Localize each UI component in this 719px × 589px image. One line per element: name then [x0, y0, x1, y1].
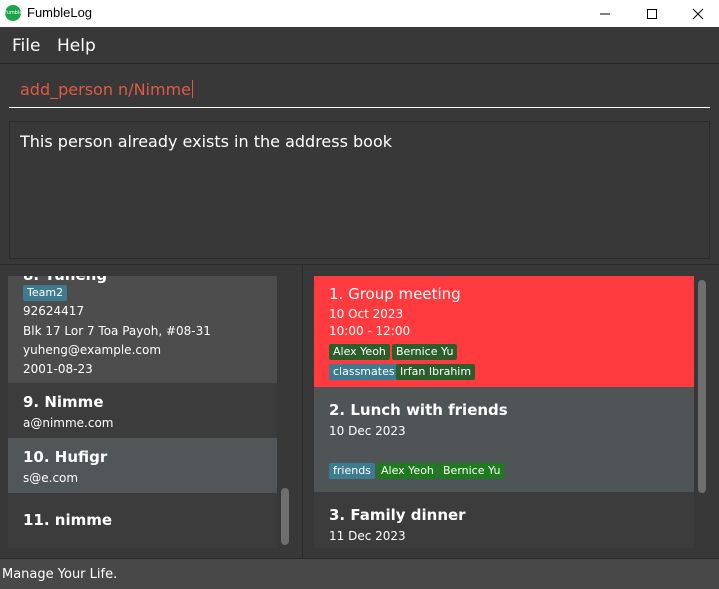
person-card[interactable]: 10. Hufigr s@e.com: [8, 438, 277, 493]
event-list[interactable]: 1. Group meeting 10 Oct 2023 10:00 - 12:…: [314, 276, 694, 548]
menu-bar: File Help: [0, 27, 719, 64]
menu-help[interactable]: Help: [57, 36, 96, 56]
person-tag: Team2: [23, 285, 68, 301]
event-person-tag: Bernice Yu: [439, 463, 505, 479]
panel-divider-vertical: [302, 265, 303, 557]
panel-divider: [0, 264, 719, 265]
person-birthday: 2001-08-23: [23, 362, 93, 376]
app-logo-icon: fumble: [5, 5, 22, 21]
title-bar: fumble FumbleLog: [0, 0, 719, 27]
event-person-tag: Alex Yeoh: [329, 344, 390, 360]
person-name: 11. nimme: [23, 511, 113, 529]
event-name: 2. Lunch with friends: [329, 401, 508, 419]
person-email: s@e.com: [23, 471, 79, 485]
event-list-scroll-thumb[interactable]: [698, 280, 706, 493]
minimize-button[interactable]: [582, 0, 628, 27]
event-person-tag: Irfan Ibrahim: [396, 364, 476, 380]
result-display: This person already exists in the addres…: [9, 121, 710, 259]
event-group-tag: classmates: [329, 364, 399, 380]
event-group-tag: friends: [329, 463, 375, 479]
close-button[interactable]: [675, 0, 719, 27]
person-phone: 92624417: [23, 304, 85, 318]
event-name: 3. Family dinner: [329, 506, 466, 524]
event-date: 10 Oct 2023: [329, 307, 404, 321]
menu-file[interactable]: File: [12, 36, 40, 56]
event-person-tag: Alex Yeoh: [377, 463, 438, 479]
event-card[interactable]: 3. Family dinner 11 Dec 2023: [314, 492, 694, 548]
event-card[interactable]: 1. Group meeting 10 Oct 2023 10:00 - 12:…: [314, 276, 694, 387]
status-text: Manage Your Life.: [2, 567, 118, 582]
person-name: 8. Yuheng: [23, 276, 107, 284]
text-caret: [192, 80, 194, 98]
command-input[interactable]: add_person n/Nimme: [9, 72, 710, 108]
result-message: This person already exists in the addres…: [20, 132, 393, 151]
event-date: 11 Dec 2023: [329, 529, 406, 543]
event-date: 10 Dec 2023: [329, 424, 406, 438]
event-time: 10:00 - 12:00: [329, 324, 411, 338]
person-list[interactable]: 8. Yuheng Team2 92624417 Blk 17 Lor 7 To…: [8, 276, 293, 548]
command-input-text: add_person n/Nimme: [20, 80, 194, 99]
person-address: Blk 17 Lor 7 Toa Payoh, #08-31: [23, 324, 211, 338]
maximize-icon: [647, 8, 657, 19]
person-email: a@nimme.com: [23, 416, 114, 430]
event-card[interactable]: 2. Lunch with friends 10 Dec 2023 friend…: [314, 387, 694, 492]
person-card[interactable]: 11. nimme: [8, 493, 277, 548]
person-name: 9. Nimme: [23, 393, 104, 411]
status-bar: Manage Your Life.: [0, 558, 719, 589]
minimize-icon: [600, 13, 610, 14]
person-card[interactable]: 9. Nimme a@nimme.com: [8, 383, 277, 438]
maximize-button[interactable]: [629, 0, 675, 27]
person-card[interactable]: 8. Yuheng Team2 92624417 Blk 17 Lor 7 To…: [8, 276, 277, 383]
close-icon: [692, 8, 704, 19]
event-name: 1. Group meeting: [329, 285, 461, 303]
window-title: FumbleLog: [27, 5, 93, 20]
person-name: 10. Hufigr: [23, 448, 108, 466]
person-email: yuheng@example.com: [23, 343, 162, 357]
event-person-tag: Bernice Yu: [392, 344, 458, 360]
person-list-scroll-thumb[interactable]: [281, 488, 289, 545]
